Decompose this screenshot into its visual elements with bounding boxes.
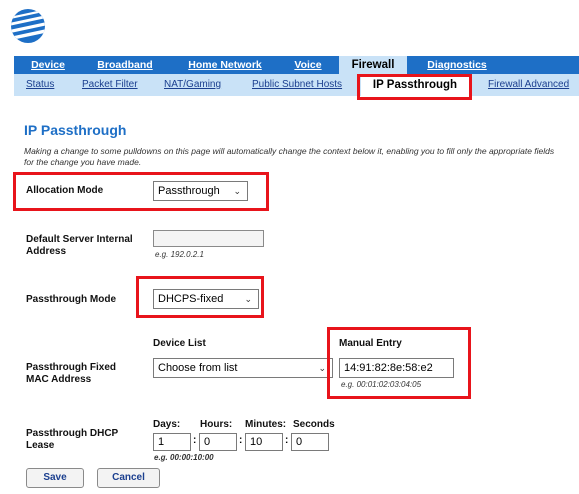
att-globe-logo-icon	[11, 9, 45, 43]
page-intro: Making a change to some pulldowns on thi…	[24, 146, 555, 167]
minutes-label: Minutes:	[245, 419, 287, 430]
default-server-hint: e.g. 192.0.2.1	[155, 250, 204, 259]
hours-label: Hours:	[200, 419, 233, 430]
tab-firewall[interactable]: Firewall	[339, 56, 407, 74]
tab-voice[interactable]: Voice	[290, 56, 326, 74]
colon-separator: :	[193, 435, 197, 446]
chevron-down-icon: ⌄	[233, 186, 241, 196]
days-label: Days:	[153, 419, 181, 430]
default-server-label-line2: Address	[26, 246, 67, 257]
lease-seconds-value: 0	[296, 436, 303, 448]
lease-days-input[interactable]: 1	[153, 433, 191, 451]
subtab-firewall-advanced[interactable]: Firewall Advanced	[488, 74, 569, 96]
tab-diagnostics[interactable]: Diagnostics	[422, 56, 492, 74]
att-logo	[8, 6, 48, 46]
subtab-packet-filter[interactable]: Packet Filter	[82, 74, 138, 96]
chevron-down-icon: ⌄	[318, 363, 326, 373]
manual-entry-hint: e.g. 00:01:02:03:04:05	[341, 380, 422, 389]
fixed-mac-label: Passthrough Fixed MAC Address	[26, 362, 116, 386]
manual-entry-input[interactable]: 14:91:82:8e:58:e2	[339, 358, 454, 378]
dhcp-lease-label-line1: Passthrough DHCP	[26, 428, 119, 439]
fixed-mac-label-line2: MAC Address	[26, 374, 92, 385]
save-button[interactable]: Save	[26, 468, 84, 488]
subtab-public-subnet-hosts[interactable]: Public Subnet Hosts	[252, 74, 342, 96]
default-server-label-line1: Default Server Internal	[26, 234, 133, 245]
subtab-nat-gaming[interactable]: NAT/Gaming	[164, 74, 221, 96]
device-list-header: Device List	[153, 338, 206, 349]
subtab-status[interactable]: Status	[26, 74, 54, 96]
passthrough-mode-label: Passthrough Mode	[26, 294, 117, 305]
allocation-mode-value: Passthrough	[158, 185, 220, 197]
manual-entry-value: 14:91:82:8e:58:e2	[344, 362, 433, 374]
page-title: IP Passthrough	[24, 122, 127, 138]
fixed-mac-label-line1: Passthrough Fixed	[26, 362, 117, 373]
default-server-label: Default Server Internal Address	[26, 234, 133, 258]
dhcp-lease-label: Passthrough DHCP Lease	[26, 428, 118, 452]
tab-device[interactable]: Device	[28, 56, 68, 74]
allocation-mode-label: Allocation Mode	[26, 185, 104, 196]
device-list-value: Choose from list	[158, 362, 238, 374]
colon-separator: :	[239, 435, 243, 446]
passthrough-mode-select[interactable]: DHCPS-fixed ⌄	[153, 289, 259, 309]
lease-hours-input[interactable]: 0	[199, 433, 237, 451]
colon-separator: :	[285, 435, 289, 446]
highlight-ip-passthrough-tab	[357, 74, 472, 100]
dhcp-lease-hint: e.g. 00:00:10:00	[154, 453, 214, 462]
dhcp-lease-label-line2: Lease	[26, 440, 55, 451]
lease-minutes-input[interactable]: 10	[245, 433, 283, 451]
lease-days-value: 1	[158, 436, 165, 448]
cancel-button[interactable]: Cancel	[97, 468, 160, 488]
lease-minutes-value: 10	[250, 436, 263, 448]
seconds-label: Seconds	[293, 419, 335, 430]
passthrough-mode-value: DHCPS-fixed	[158, 293, 224, 305]
tab-broadband[interactable]: Broadband	[94, 56, 156, 74]
tab-home-network[interactable]: Home Network	[184, 56, 266, 74]
main-nav: Device Broadband Home Network Voice Fire…	[14, 56, 579, 74]
sub-nav: Status Packet Filter NAT/Gaming Public S…	[14, 74, 579, 96]
lease-seconds-input[interactable]: 0	[291, 433, 329, 451]
default-server-input[interactable]	[153, 230, 264, 247]
device-list-select[interactable]: Choose from list ⌄	[153, 358, 333, 378]
allocation-mode-select[interactable]: Passthrough ⌄	[153, 181, 248, 201]
chevron-down-icon: ⌄	[244, 294, 252, 304]
lease-hours-value: 0	[204, 436, 211, 448]
